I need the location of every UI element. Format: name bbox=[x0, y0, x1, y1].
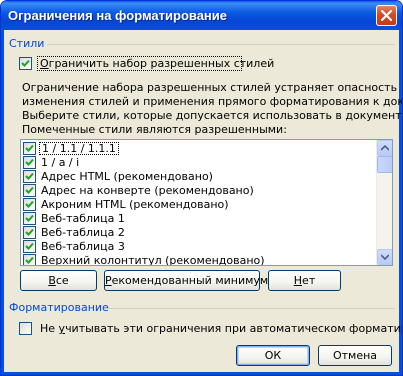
select-none-label: ет bbox=[302, 274, 316, 287]
style-list-item[interactable]: Веб-таблица 1 bbox=[23, 211, 377, 225]
style-list-item[interactable]: Веб-таблица 2 bbox=[23, 225, 377, 239]
window-frame-left bbox=[1, 30, 4, 375]
style-checkbox[interactable] bbox=[23, 142, 36, 155]
ignore-autoformat-label-pre: Не bbox=[40, 322, 59, 335]
style-name: Адрес на конверте (рекомендовано) bbox=[41, 184, 254, 197]
checkmark-icon bbox=[25, 256, 34, 264]
style-name: Адрес HTML (рекомендовано) bbox=[41, 170, 213, 183]
checkmark-icon bbox=[25, 158, 34, 166]
checkmark-icon bbox=[21, 59, 30, 67]
limit-styles-checkbox[interactable] bbox=[19, 57, 32, 70]
styles-list-label: Помеченные стили являются разрешенными: bbox=[22, 123, 287, 136]
window-frame-bottom bbox=[1, 372, 402, 375]
style-list-item[interactable]: Веб-таблица 3 bbox=[23, 239, 377, 253]
scroll-down-button[interactable] bbox=[377, 249, 392, 265]
style-checkbox[interactable] bbox=[23, 240, 36, 253]
close-icon bbox=[381, 10, 392, 21]
description-line-1: Ограничение набора разрешенных стилей ус… bbox=[22, 81, 398, 94]
checkmark-icon bbox=[25, 228, 34, 236]
close-button[interactable] bbox=[376, 5, 397, 26]
recommended-label: екомендованный минимум bbox=[111, 274, 269, 287]
style-name: Акроним HTML (рекомендовано) bbox=[41, 198, 229, 211]
cancel-button[interactable]: Отмена bbox=[318, 345, 392, 366]
style-checkbox[interactable] bbox=[23, 156, 36, 169]
checkmark-icon bbox=[25, 242, 34, 250]
style-name: Веб-таблица 3 bbox=[41, 240, 125, 253]
style-checkbox[interactable] bbox=[23, 254, 36, 265]
checkmark-icon bbox=[25, 214, 34, 222]
arrow-up-icon bbox=[381, 145, 389, 151]
limit-styles-label[interactable]: Ограничить набор разрешенных стилей bbox=[40, 57, 274, 70]
style-name: 1 / a / i bbox=[41, 156, 80, 169]
style-list-item[interactable]: Верхний колонтитул (рекомендовано) bbox=[23, 253, 377, 266]
recommended-accel: Р bbox=[105, 274, 112, 287]
styles-group-divider bbox=[47, 44, 395, 45]
style-name: 1 / 1.1 / 1.1.1 bbox=[39, 142, 119, 155]
scroll-up-button[interactable] bbox=[377, 140, 392, 156]
ok-button[interactable]: ОК bbox=[236, 345, 310, 366]
description-line-2: изменения стилей и применения прямого фо… bbox=[22, 95, 402, 108]
style-checkbox[interactable] bbox=[23, 170, 36, 183]
style-checkbox[interactable] bbox=[23, 198, 36, 211]
ignore-autoformat-checkbox[interactable] bbox=[19, 322, 32, 335]
select-all-button[interactable]: Все bbox=[20, 270, 97, 291]
limit-styles-accel: О bbox=[40, 57, 49, 70]
style-list-item[interactable]: Адрес HTML (рекомендовано) bbox=[23, 169, 377, 183]
arrow-down-icon bbox=[381, 254, 389, 260]
listbox-scrollbar[interactable] bbox=[376, 140, 392, 265]
style-checkbox[interactable] bbox=[23, 212, 36, 225]
style-list-item[interactable]: 1 / 1.1 / 1.1.1 bbox=[23, 141, 377, 155]
style-name: Веб-таблица 2 bbox=[41, 226, 125, 239]
select-all-accel: В bbox=[48, 274, 56, 287]
description-line-3: Выберите стили, которые допускается испо… bbox=[22, 109, 403, 122]
select-none-accel: Н bbox=[293, 274, 303, 287]
checkmark-icon bbox=[25, 172, 34, 180]
style-checkbox[interactable] bbox=[23, 184, 36, 197]
title-bar[interactable]: Ограничения на форматирование bbox=[1, 1, 402, 30]
style-name: Верхний колонтитул (рекомендовано) bbox=[41, 254, 265, 266]
styles-group-label: Стили bbox=[9, 37, 45, 50]
style-list-item[interactable]: 1 / a / i bbox=[23, 155, 377, 169]
checkmark-icon bbox=[25, 200, 34, 208]
styles-description: Ограничение набора разрешенных стилей ус… bbox=[22, 81, 403, 123]
style-checkbox[interactable] bbox=[23, 226, 36, 239]
style-name: Веб-таблица 1 bbox=[41, 212, 125, 225]
limit-styles-label-rest: граничить набор разрешенных стилей bbox=[48, 57, 275, 70]
scroll-thumb[interactable] bbox=[377, 156, 392, 173]
styles-listbox[interactable]: 1 / 1.1 / 1.1.1 1 / a / i Адрес HTML (реко… bbox=[20, 139, 393, 266]
select-all-label: се bbox=[55, 274, 69, 287]
ignore-autoformat-label-rest: читывать эти ограничения при автоматичес… bbox=[65, 322, 402, 335]
ignore-autoformat-label[interactable]: Не учитывать эти ограничения при автомат… bbox=[40, 322, 402, 335]
dialog-window: Ограничения на форматирование Стили Огра… bbox=[0, 0, 403, 376]
format-group-label: Форматирование bbox=[9, 301, 109, 314]
style-list-item[interactable]: Акроним HTML (рекомендовано) bbox=[23, 197, 377, 211]
recommended-minimum-button[interactable]: Рекомендованный минимум bbox=[104, 270, 268, 291]
select-none-button[interactable]: Нет bbox=[268, 270, 341, 291]
window-title: Ограничения на форматирование bbox=[8, 8, 228, 23]
checkmark-icon bbox=[25, 144, 34, 152]
format-group-divider bbox=[104, 308, 395, 309]
checkmark-icon bbox=[25, 186, 34, 194]
style-list-item[interactable]: Адрес на конверте (рекомендовано) bbox=[23, 183, 377, 197]
